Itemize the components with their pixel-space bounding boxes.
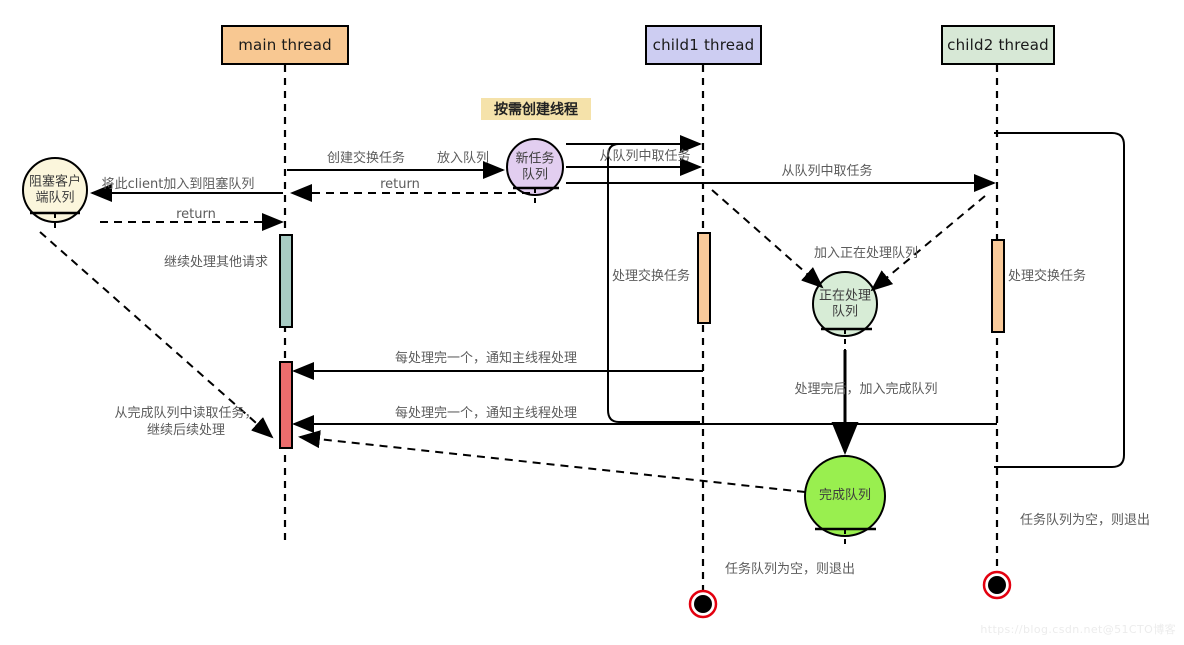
child2-terminator-core xyxy=(988,576,1006,594)
dashed-messages xyxy=(39,184,986,493)
label-exit-child1: 任务队列为空，则退出 xyxy=(724,562,856,577)
arrow-finished-to-main xyxy=(298,430,806,493)
arrow-child2-to-processing xyxy=(870,195,986,292)
label-notify-main-2: 每处理完一个，通知主线程处理 xyxy=(394,406,578,421)
finished-queue-circle xyxy=(804,455,886,537)
processing-queue-circle xyxy=(812,271,878,337)
lifeline-header-child2[interactable]: child2 thread xyxy=(941,25,1055,65)
label-create-swap-task: 创建交换任务 xyxy=(326,151,406,166)
lifeline-header-child2-label: child2 thread xyxy=(947,36,1049,54)
label-add-client-to-blocked-queue: 将此client加入到阻塞队列 xyxy=(101,177,255,192)
child1-terminator-core xyxy=(694,595,712,613)
watermark: https://blog.csdn.net@51CTO博客 xyxy=(980,623,1176,636)
label-handle-swap-task-1: 处理交换任务 xyxy=(611,269,691,284)
label-handle-swap-task-2: 处理交换任务 xyxy=(1007,269,1087,284)
lifeline-header-main-label: main thread xyxy=(238,36,332,54)
label-after-finish-enqueue: 处理完后，加入完成队列 xyxy=(794,382,938,397)
label-continue-subsequent: 继续后续处理 xyxy=(146,423,226,438)
label-take-task-child1: 从队列中取任务 xyxy=(599,149,691,164)
label-notify-main-1: 每处理完一个，通知主线程处理 xyxy=(394,351,578,366)
label-exit-child2: 任务队列为空，则退出 xyxy=(1019,513,1151,528)
terminator-shapes xyxy=(688,570,1012,619)
activation-child1-1 xyxy=(697,232,711,324)
lifeline-header-main[interactable]: main thread xyxy=(221,25,349,65)
diagram-vector-layer xyxy=(22,65,1125,619)
queue-node-stems xyxy=(54,188,846,548)
label-return-2: return xyxy=(176,207,216,222)
label-return-1: return xyxy=(380,177,420,192)
activation-main-1 xyxy=(279,234,293,328)
activation-child2-1 xyxy=(991,239,1005,333)
activation-main-2 xyxy=(279,361,293,449)
label-continue-other-requests: 继续处理其他请求 xyxy=(163,255,269,270)
new-task-queue-circle xyxy=(506,138,564,196)
child2-self-loop xyxy=(994,132,1125,468)
label-read-from-finished-queue: 从完成队列中读取任务， xyxy=(114,406,258,421)
lifeline-header-child1-label: child1 thread xyxy=(652,36,755,54)
sequence-diagram-canvas: main thread child1 thread child2 thread … xyxy=(0,0,1184,645)
arrow-child1-to-processing xyxy=(711,189,824,289)
label-add-processing-queue: 加入正在处理队列 xyxy=(813,246,919,261)
activation-bars xyxy=(279,232,1005,449)
note-label: 按需创建线程 xyxy=(494,102,578,118)
queue-node-shapes xyxy=(22,138,886,537)
label-take-task-child2: 从队列中取任务 xyxy=(781,164,873,179)
lifeline-header-child1[interactable]: child1 thread xyxy=(645,25,762,65)
note-create-thread-on-demand: 按需创建线程 xyxy=(481,98,591,120)
label-enqueue: 放入队列 xyxy=(436,151,490,166)
